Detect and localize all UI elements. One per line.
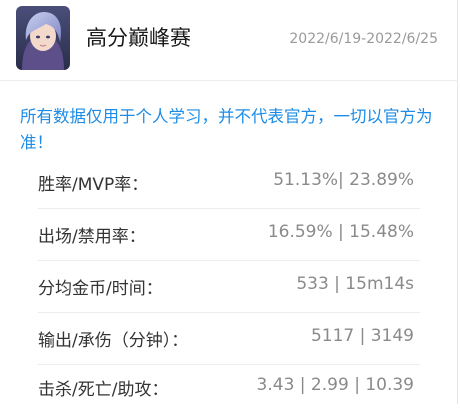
stat-label: 击杀/死亡/助攻：	[38, 380, 169, 400]
stat-value: 533 | 15m14s	[296, 274, 414, 294]
stat-label: 分均金币/时间：	[38, 279, 163, 299]
disclaimer-notice: 所有数据仅用于个人学习，并不代表官方，一切以官方为准！	[20, 107, 433, 152]
stat-row-gold-time: 分均金币/时间： 533 | 15m14s	[38, 261, 420, 313]
stat-row-win-mvp: 胜率/MVP率： 51.13%| 23.89%	[38, 157, 420, 209]
stat-value: 5117 | 3149	[310, 326, 414, 346]
stat-row-damage-taken: 输出/承伤（分钟）： 5117 | 3149	[38, 313, 420, 365]
stat-value: 51.13%| 23.89%	[273, 170, 414, 190]
stat-label: 输出/承伤（分钟）：	[38, 331, 189, 351]
stat-row-pick-ban: 出场/禁用率： 16.59% | 15.48%	[38, 209, 420, 261]
stat-value: 3.43 | 2.99 | 10.39	[256, 375, 414, 395]
date-range: 2022/6/19-2022/6/25	[289, 31, 438, 47]
hero-portrait-icon[interactable]	[16, 6, 70, 70]
stats-card: 高分巅峰赛 2022/6/19-2022/6/25 所有数据仅用于个人学习，并不…	[0, 0, 458, 404]
header-divider	[0, 80, 458, 81]
stat-label: 出场/禁用率：	[38, 227, 146, 247]
card-header: 高分巅峰赛 2022/6/19-2022/6/25	[0, 0, 458, 78]
stat-value: 16.59% | 15.48%	[267, 222, 414, 242]
page-title: 高分巅峰赛	[86, 26, 191, 50]
stat-row-kda: 击杀/死亡/助攻： 3.43 | 2.99 | 10.39	[38, 362, 420, 414]
stat-label: 胜率/MVP率：	[38, 175, 149, 195]
